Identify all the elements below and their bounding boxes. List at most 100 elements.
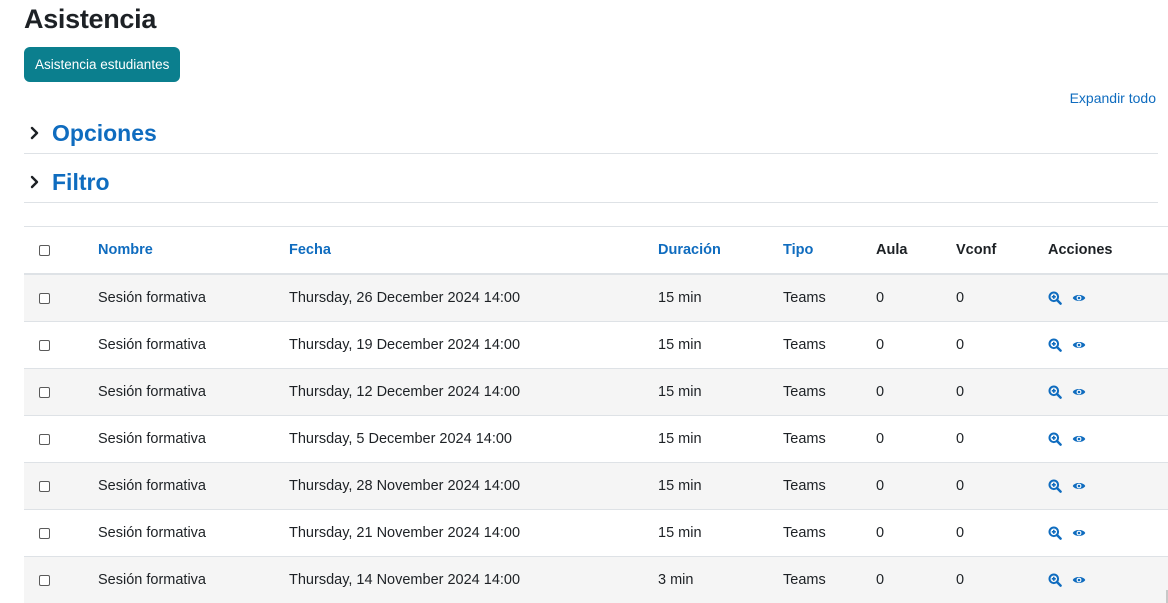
cell-duracion: 15 min <box>658 415 783 463</box>
row-select-cell <box>24 415 98 463</box>
eye-icon[interactable] <box>1072 573 1086 587</box>
cell-fecha: Thursday, 26 December 2024 14:00 <box>289 273 658 322</box>
row-select-cell <box>24 462 98 510</box>
zoom-in-icon[interactable] <box>1048 526 1062 540</box>
cell-aula: 0 <box>876 556 956 603</box>
row-checkbox[interactable] <box>39 292 50 304</box>
sort-duracion-link[interactable]: Duración <box>658 242 721 258</box>
cell-vconf: 0 <box>956 556 1048 603</box>
zoom-in-icon[interactable] <box>1048 479 1062 493</box>
zoom-in-icon[interactable] <box>1048 385 1062 399</box>
section-title-filtro: Filtro <box>52 168 110 195</box>
cell-tipo: Teams <box>783 321 876 369</box>
cell-acciones <box>1048 509 1168 557</box>
cell-fecha: Thursday, 12 December 2024 14:00 <box>289 368 658 416</box>
cell-vconf: 0 <box>956 273 1048 322</box>
zoom-in-icon[interactable] <box>1048 338 1062 352</box>
section-title-opciones: Opciones <box>52 119 157 146</box>
table-row: Sesión formativa Thursday, 21 November 2… <box>24 509 1168 557</box>
row-select-cell <box>24 509 98 557</box>
cell-fecha: Thursday, 21 November 2024 14:00 <box>289 509 658 557</box>
header-vconf: Vconf <box>956 226 1048 275</box>
header-nombre: Nombre <box>98 226 289 275</box>
cell-acciones <box>1048 462 1168 510</box>
cell-acciones <box>1048 556 1168 603</box>
row-select-cell <box>24 368 98 416</box>
cell-fecha: Thursday, 14 November 2024 14:00 <box>289 556 658 603</box>
chevron-right-icon <box>24 126 52 140</box>
section-opciones[interactable]: Opciones <box>24 113 1158 154</box>
eye-icon[interactable] <box>1072 291 1086 305</box>
cell-nombre: Sesión formativa <box>98 273 289 322</box>
eye-icon[interactable] <box>1072 432 1086 446</box>
table-row: Sesión formativa Thursday, 14 November 2… <box>24 556 1168 603</box>
cell-aula: 0 <box>876 509 956 557</box>
cell-tipo: Teams <box>783 556 876 603</box>
row-checkbox[interactable] <box>39 339 50 351</box>
row-select-cell <box>24 321 98 369</box>
table-row: Sesión formativa Thursday, 5 December 20… <box>24 415 1168 463</box>
table-row: Sesión formativa Thursday, 19 December 2… <box>24 321 1168 369</box>
sort-fecha-link[interactable]: Fecha <box>289 242 331 258</box>
cell-acciones <box>1048 273 1168 322</box>
header-duracion: Duración <box>658 226 783 275</box>
cell-nombre: Sesión formativa <box>98 368 289 416</box>
table-row: Sesión formativa Thursday, 26 December 2… <box>24 273 1168 322</box>
chevron-right-icon <box>24 175 52 189</box>
cell-vconf: 0 <box>956 368 1048 416</box>
cell-duracion: 15 min <box>658 321 783 369</box>
zoom-in-icon[interactable] <box>1048 573 1062 587</box>
cell-tipo: Teams <box>783 462 876 510</box>
eye-icon[interactable] <box>1072 385 1086 399</box>
page: Asistencia Asistencia estudiantes Expand… <box>0 0 1168 603</box>
cell-tipo: Teams <box>783 273 876 322</box>
sort-nombre-link[interactable]: Nombre <box>98 242 153 258</box>
header-acciones: Acciones <box>1048 226 1168 275</box>
sessions-table-body: Sesión formativa Thursday, 26 December 2… <box>24 273 1168 603</box>
row-checkbox[interactable] <box>39 527 50 539</box>
cell-aula: 0 <box>876 321 956 369</box>
page-title: Asistencia <box>24 4 157 34</box>
row-checkbox[interactable] <box>39 574 50 586</box>
cell-tipo: Teams <box>783 415 876 463</box>
cell-nombre: Sesión formativa <box>98 321 289 369</box>
cell-aula: 0 <box>876 368 956 416</box>
cell-aula: 0 <box>876 462 956 510</box>
row-checkbox[interactable] <box>39 386 50 398</box>
header-select-all-cell <box>24 226 98 275</box>
table-row: Sesión formativa Thursday, 28 November 2… <box>24 462 1168 510</box>
asistencia-estudiantes-button[interactable]: Asistencia estudiantes <box>24 47 181 82</box>
row-checkbox[interactable] <box>39 480 50 492</box>
cell-acciones <box>1048 415 1168 463</box>
cell-duracion: 15 min <box>658 273 783 322</box>
cell-duracion: 15 min <box>658 462 783 510</box>
section-filtro[interactable]: Filtro <box>24 162 1158 203</box>
zoom-in-icon[interactable] <box>1048 291 1062 305</box>
cell-fecha: Thursday, 28 November 2024 14:00 <box>289 462 658 510</box>
zoom-in-icon[interactable] <box>1048 432 1062 446</box>
cell-vconf: 0 <box>956 462 1048 510</box>
header-aula: Aula <box>876 226 956 275</box>
cell-aula: 0 <box>876 415 956 463</box>
header-tipo: Tipo <box>783 226 876 275</box>
eye-icon[interactable] <box>1072 479 1086 493</box>
table-row: Sesión formativa Thursday, 12 December 2… <box>24 368 1168 416</box>
select-all-checkbox[interactable] <box>39 244 50 256</box>
cell-tipo: Teams <box>783 368 876 416</box>
eye-icon[interactable] <box>1072 338 1086 352</box>
cell-nombre: Sesión formativa <box>98 415 289 463</box>
cell-nombre: Sesión formativa <box>98 509 289 557</box>
header-fecha: Fecha <box>289 226 658 275</box>
sort-tipo-link[interactable]: Tipo <box>783 242 813 258</box>
cell-acciones <box>1048 368 1168 416</box>
cell-tipo: Teams <box>783 509 876 557</box>
cell-acciones <box>1048 321 1168 369</box>
sessions-table: Nombre Fecha Duración Tipo Aula Vconf Ac… <box>24 226 1168 603</box>
sessions-table-container: Nombre Fecha Duración Tipo Aula Vconf Ac… <box>24 226 1168 603</box>
cell-nombre: Sesión formativa <box>98 556 289 603</box>
cell-duracion: 3 min <box>658 556 783 603</box>
cell-vconf: 0 <box>956 509 1048 557</box>
eye-icon[interactable] <box>1072 526 1086 540</box>
row-checkbox[interactable] <box>39 433 50 445</box>
expand-all-link[interactable]: Expandir todo <box>1070 90 1156 106</box>
